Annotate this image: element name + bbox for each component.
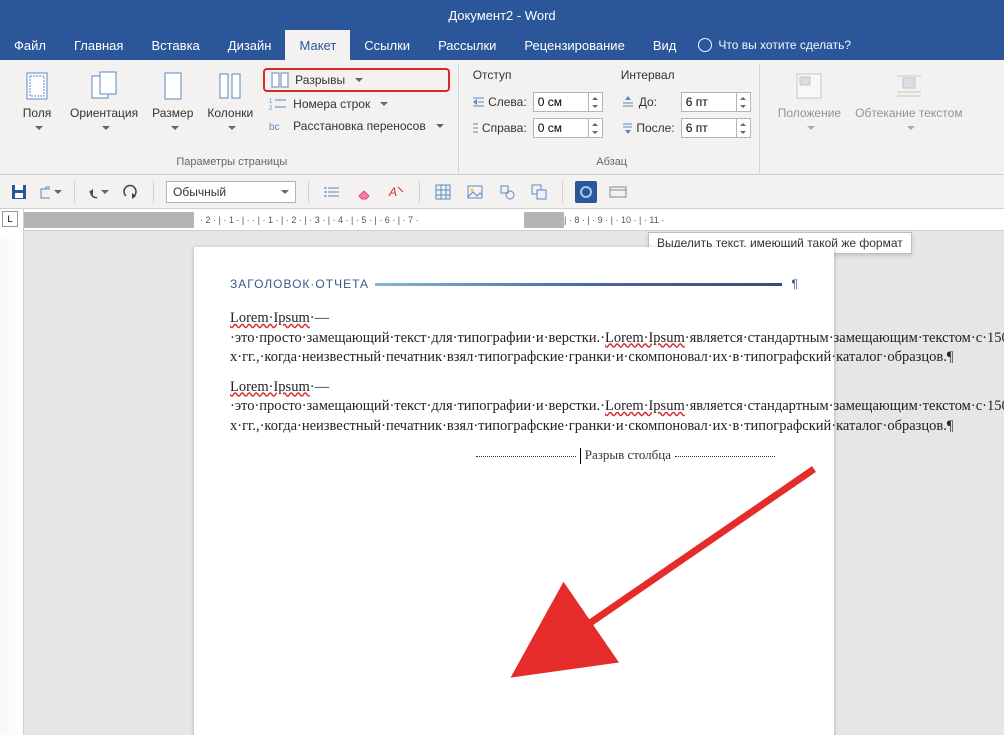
paragraph: Lorem·Ipsum·—·это·просто·замещающий·текс… — [230, 309, 1004, 368]
orientation-button[interactable]: Ориентация — [66, 68, 142, 134]
window-title: Документ2 - Word — [448, 8, 555, 23]
spin-up[interactable] — [588, 93, 602, 102]
paragraph: Lorem·Ipsum·—·это·просто·замещающий·текс… — [230, 378, 1004, 437]
eraser-button[interactable] — [353, 181, 375, 203]
wrap-text-icon — [893, 70, 925, 102]
quick-access-toolbar-2: Обычный A — [0, 175, 1004, 209]
spacing-after-spinner[interactable] — [681, 118, 751, 138]
tab-file[interactable]: Файл — [0, 30, 60, 60]
position-icon — [793, 70, 825, 102]
column-break-marker: Разрыв столбца — [230, 446, 1004, 464]
spin-up[interactable] — [736, 93, 750, 102]
margins-icon — [21, 70, 53, 102]
svg-text:A: A — [388, 185, 397, 199]
tab-mailings[interactable]: Рассылки — [424, 30, 510, 60]
orientation-icon — [88, 70, 120, 102]
select-similar-format-button[interactable] — [575, 181, 597, 203]
hyphenation-button[interactable]: bc Расстановка переносов — [263, 116, 450, 136]
svg-text:2: 2 — [269, 106, 273, 112]
group-paragraph: Отступ Слева: Справа: Интервал До: После… — [465, 64, 760, 174]
indent-left-spinner[interactable] — [533, 92, 603, 112]
style-selector[interactable]: Обычный — [166, 181, 296, 203]
tab-design[interactable]: Дизайн — [214, 30, 286, 60]
breaks-button[interactable]: Разрывы — [263, 68, 450, 92]
document-area[interactable]: · 2 · | · 1 · | · · | · 1 · | · 2 · | · … — [24, 209, 1004, 735]
size-icon — [157, 70, 189, 102]
vertical-ruler[interactable]: L — [0, 209, 24, 735]
tab-review[interactable]: Рецензирование — [510, 30, 638, 60]
spacing-after-input[interactable] — [682, 119, 736, 137]
tell-me-placeholder: Что вы хотите сделать? — [718, 38, 851, 52]
indent-header: Отступ — [473, 68, 603, 82]
hyphenation-icon: bc — [269, 118, 287, 134]
clear-format-button[interactable]: A — [385, 181, 407, 203]
group-page-setup: Поля Ориентация Размер Колонки — [6, 64, 459, 174]
tab-home[interactable]: Главная — [60, 30, 137, 60]
tab-references[interactable]: Ссылки — [350, 30, 424, 60]
indent-right-spinner[interactable] — [533, 118, 603, 138]
spin-down[interactable] — [736, 102, 750, 111]
spacing-before-icon — [621, 96, 635, 108]
image-button[interactable] — [464, 181, 486, 203]
tab-layout[interactable]: Макет — [285, 30, 350, 60]
spin-down[interactable] — [736, 128, 750, 137]
breaks-icon — [271, 72, 289, 88]
target-icon — [580, 186, 592, 198]
spacing-after-icon — [621, 122, 633, 134]
spin-down[interactable] — [588, 128, 602, 137]
tab-view[interactable]: Вид — [639, 30, 691, 60]
svg-text:1: 1 — [269, 99, 273, 105]
save-button[interactable] — [8, 181, 30, 203]
line-numbers-icon: 12 — [269, 96, 287, 112]
undo-button[interactable] — [87, 181, 109, 203]
horizontal-ruler[interactable]: · 2 · | · 1 · | · · | · 1 · | · 2 · | · … — [24, 209, 1004, 231]
open-button[interactable] — [40, 181, 62, 203]
group-label-page-setup: Параметры страницы — [14, 154, 450, 172]
window-titlebar: Документ2 - Word — [0, 0, 1004, 30]
ribbon-layout: Поля Ориентация Размер Колонки — [0, 60, 1004, 175]
columns-container: Lorem·Ipsum·—·это·просто·замещающий·текс… — [230, 309, 798, 464]
size-button[interactable]: Размер — [148, 68, 197, 134]
ribbon-tabs: Файл Главная Вставка Дизайн Макет Ссылки… — [0, 30, 1004, 60]
position-button[interactable]: Положение — [774, 68, 845, 134]
column-1: Lorem·Ipsum·—·это·просто·замещающий·текс… — [230, 309, 1004, 464]
group-arrange: Положение Обтекание текстом — [766, 64, 975, 174]
margins-button[interactable]: Поля — [14, 68, 60, 134]
line-numbers-button[interactable]: 12 Номера строк — [263, 94, 450, 114]
spin-up[interactable] — [736, 119, 750, 128]
wrap-text-button[interactable]: Обтекание текстом — [851, 68, 966, 134]
columns-icon — [214, 70, 246, 102]
page[interactable]: ЗАГОЛОВОК·ОТЧЕТА ¶ Lorem·Ipsum·—·это·про… — [194, 247, 834, 735]
list-button[interactable] — [321, 181, 343, 203]
spin-down[interactable] — [588, 102, 602, 111]
tab-stop-selector[interactable]: L — [2, 211, 18, 227]
shapes-button[interactable] — [496, 181, 518, 203]
redo-button[interactable] — [119, 181, 141, 203]
spacing-before-spinner[interactable] — [681, 92, 751, 112]
table-button[interactable] — [432, 181, 454, 203]
spin-up[interactable] — [588, 119, 602, 128]
indent-right-icon — [473, 122, 478, 134]
tab-insert[interactable]: Вставка — [137, 30, 213, 60]
indent-left-input[interactable] — [534, 93, 588, 111]
svg-text:bc: bc — [269, 122, 280, 133]
group-button[interactable] — [528, 181, 550, 203]
report-heading: ЗАГОЛОВОК·ОТЧЕТА ¶ — [230, 277, 798, 291]
columns-button[interactable]: Колонки — [203, 68, 257, 134]
workspace: L · 2 · | · 1 · | · · | · 1 · | · 2 · | … — [0, 209, 1004, 735]
indent-right-input[interactable] — [534, 119, 588, 137]
spacing-before-input[interactable] — [682, 93, 736, 111]
group-label-paragraph: Абзац — [473, 154, 751, 172]
indent-left-icon — [473, 96, 484, 108]
window-button[interactable] — [607, 181, 629, 203]
spacing-header: Интервал — [621, 68, 751, 82]
bulb-icon — [698, 38, 712, 52]
tell-me-search[interactable]: Что вы хотите сделать? — [698, 30, 851, 60]
